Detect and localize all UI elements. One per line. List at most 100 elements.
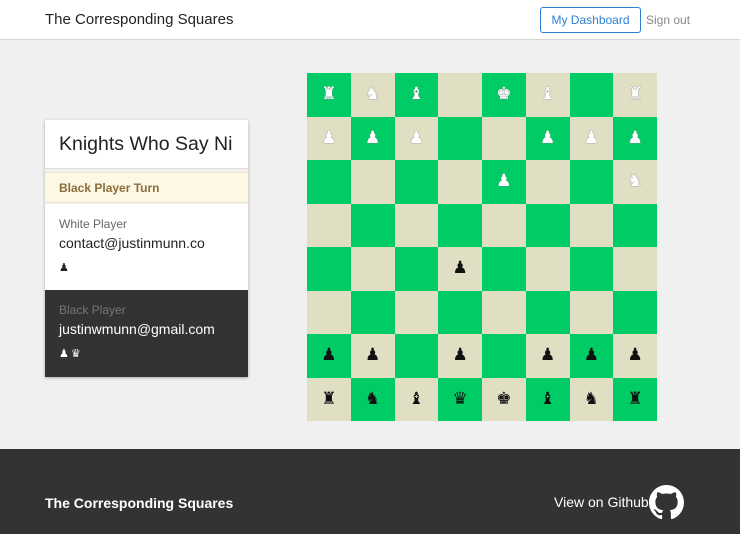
square-e4[interactable] [482,247,526,291]
black-pawn-icon[interactable]: ♟ [628,345,643,365]
square-h2[interactable]: ♟ [613,334,657,378]
square-h7[interactable]: ♟ [613,116,657,160]
square-b8[interactable]: ♞ [350,73,395,117]
square-b4[interactable] [350,247,395,291]
square-h5[interactable] [613,203,657,247]
black-pawn-icon[interactable]: ♟ [540,345,555,365]
black-pawn-icon[interactable]: ♟ [321,345,336,365]
square-a8[interactable]: ♜ [307,73,351,117]
square-f3[interactable] [525,290,570,334]
square-c3[interactable] [394,290,439,334]
square-d3[interactable] [438,290,482,334]
black-knight-icon[interactable]: ♞ [584,389,599,409]
square-b3[interactable] [350,290,395,334]
square-g1[interactable]: ♞ [569,377,614,421]
square-f2[interactable]: ♟ [525,334,570,378]
black-knight-icon[interactable]: ♞ [365,389,380,409]
white-knight-icon[interactable]: ♞ [628,171,643,191]
square-c5[interactable] [394,203,439,247]
square-c1[interactable]: ♝ [394,377,439,421]
square-c4[interactable] [394,247,439,291]
white-pawn-icon[interactable]: ♟ [628,128,643,148]
black-pawn-icon[interactable]: ♟ [365,345,380,365]
white-pawn-icon[interactable]: ♟ [321,128,336,148]
black-bishop-icon[interactable]: ♝ [409,389,424,409]
square-a2[interactable]: ♟ [307,334,351,378]
black-king-icon[interactable]: ♚ [496,389,511,409]
square-b7[interactable]: ♟ [350,116,395,160]
square-g5[interactable] [569,203,614,247]
square-f8[interactable]: ♝ [525,73,570,117]
square-d1[interactable]: ♛ [438,377,482,421]
square-g8[interactable] [569,73,614,117]
view-on-github-link[interactable]: View on Github [554,494,649,510]
square-b5[interactable] [350,203,395,247]
square-e1[interactable]: ♚ [482,377,526,421]
black-captured-pieces: ♟♛ [59,348,83,360]
square-d4[interactable]: ♟ [438,247,482,291]
black-bishop-icon[interactable]: ♝ [540,389,555,409]
white-pawn-icon[interactable]: ♟ [496,171,511,191]
square-g6[interactable] [569,160,614,204]
square-e6[interactable]: ♟ [482,160,526,204]
square-f7[interactable]: ♟ [525,116,570,160]
square-f5[interactable] [525,203,570,247]
square-a4[interactable] [307,247,351,291]
square-b1[interactable]: ♞ [350,377,395,421]
black-pawn-icon[interactable]: ♟ [453,258,468,278]
square-f6[interactable] [525,160,570,204]
square-g3[interactable] [569,290,614,334]
white-bishop-icon[interactable]: ♝ [409,84,424,104]
square-h4[interactable] [613,247,657,291]
black-queen-icon[interactable]: ♛ [453,389,468,409]
white-pawn-icon[interactable]: ♟ [584,128,599,148]
square-h3[interactable] [613,290,657,334]
black-pawn-icon[interactable]: ♟ [584,345,599,365]
sign-out-link[interactable]: Sign out [646,13,690,27]
square-a3[interactable] [307,290,351,334]
white-pawn-icon[interactable]: ♟ [409,128,424,148]
square-a5[interactable] [307,203,351,247]
github-icon[interactable] [649,485,684,520]
square-d8[interactable] [438,73,482,117]
black-rook-icon[interactable]: ♜ [628,389,643,409]
square-a7[interactable]: ♟ [307,116,351,160]
white-king-icon[interactable]: ♚ [496,84,511,104]
square-a1[interactable]: ♜ [307,377,351,421]
square-h6[interactable]: ♞ [613,160,657,204]
white-pawn-icon[interactable]: ♟ [540,128,555,148]
white-bishop-icon[interactable]: ♝ [540,84,555,104]
square-e3[interactable] [482,290,526,334]
square-f4[interactable] [525,247,570,291]
square-d5[interactable] [438,203,482,247]
square-c6[interactable] [394,160,439,204]
square-c2[interactable] [394,334,439,378]
square-h8[interactable]: ♜ [613,73,657,117]
white-knight-icon[interactable]: ♞ [365,84,380,104]
square-h1[interactable]: ♜ [613,377,657,421]
white-pawn-icon[interactable]: ♟ [365,128,380,148]
square-e5[interactable] [482,203,526,247]
my-dashboard-button[interactable]: My Dashboard [540,7,641,33]
black-pawn-icon[interactable]: ♟ [453,345,468,365]
square-e2[interactable] [482,334,526,378]
square-g2[interactable]: ♟ [569,334,614,378]
square-e8[interactable]: ♚ [482,73,526,117]
square-c7[interactable]: ♟ [394,116,439,160]
square-d2[interactable]: ♟ [438,334,482,378]
square-b6[interactable] [350,160,395,204]
square-f1[interactable]: ♝ [525,377,570,421]
square-d6[interactable] [438,160,482,204]
square-g4[interactable] [569,247,614,291]
white-rook-icon[interactable]: ♜ [321,84,336,104]
square-c8[interactable]: ♝ [394,73,439,117]
square-b2[interactable]: ♟ [350,334,395,378]
white-captured-pieces: ♟ [59,262,71,274]
square-g7[interactable]: ♟ [569,116,614,160]
square-e7[interactable] [482,116,526,160]
brand-link[interactable]: The Corresponding Squares [45,11,233,28]
black-rook-icon[interactable]: ♜ [321,389,336,409]
square-a6[interactable] [307,160,351,204]
white-rook-icon[interactable]: ♜ [628,84,643,104]
square-d7[interactable] [438,116,482,160]
